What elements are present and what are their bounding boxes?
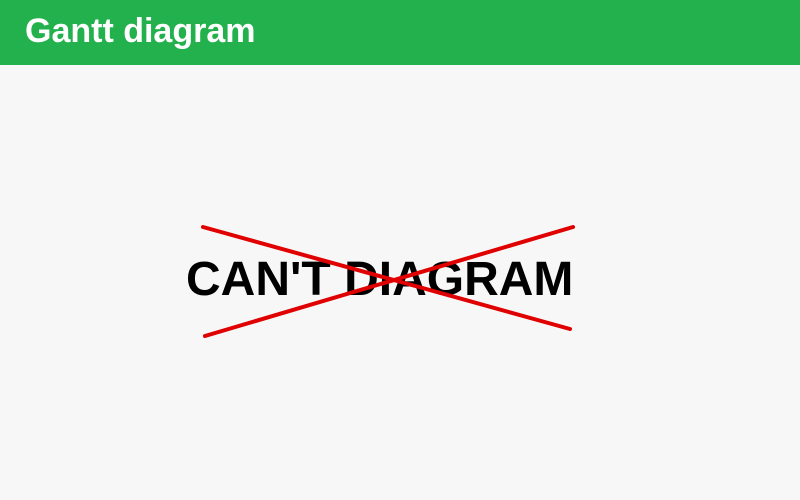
error-message: CAN'T DIAGRAM	[186, 253, 574, 306]
page-title: Gantt diagram	[25, 11, 256, 50]
app-header: Gantt diagram	[0, 0, 800, 65]
diagram-canvas: CAN'T DIAGRAM	[0, 65, 800, 500]
